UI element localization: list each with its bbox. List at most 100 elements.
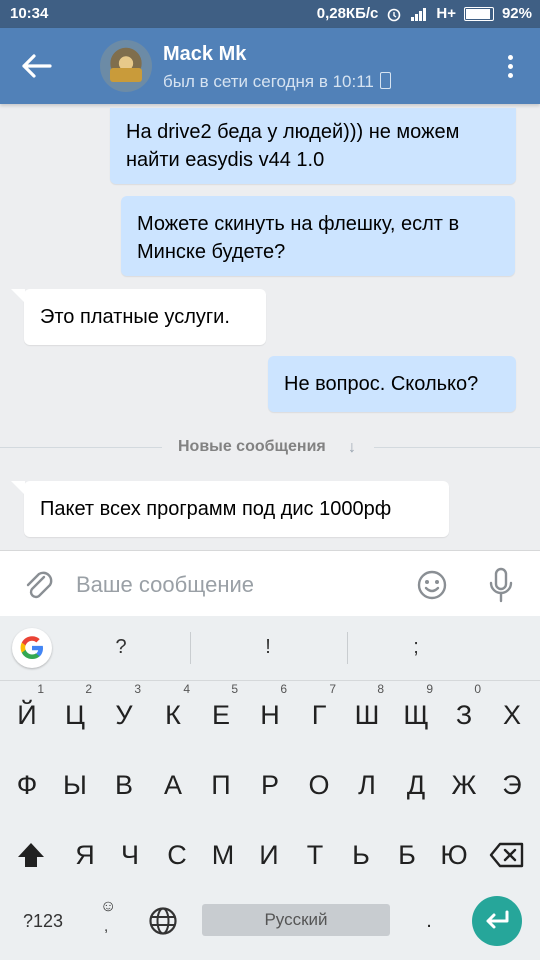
key[interactable]: Ж: [441, 758, 487, 812]
key[interactable]: О: [296, 758, 342, 812]
suggestion-item[interactable]: ;: [376, 636, 456, 659]
key[interactable]: П: [198, 758, 244, 812]
key[interactable]: Ю: [431, 828, 477, 882]
globe-icon: [149, 907, 177, 935]
key[interactable]: Й1: [4, 682, 50, 742]
alarm-icon: [388, 8, 401, 21]
enter-key[interactable]: [472, 896, 522, 946]
google-icon: [20, 636, 43, 659]
symbols-key[interactable]: ?123: [18, 894, 68, 948]
smile-icon: [417, 570, 447, 600]
backspace-key[interactable]: [484, 828, 530, 882]
status-bar: 10:34 0,28КБ/с H+ 92%: [0, 0, 540, 28]
suggestion-divider: [347, 632, 348, 664]
key[interactable]: А: [150, 758, 196, 812]
chat-header: Mack Mk был в сети сегодня в 10:11: [0, 28, 540, 104]
language-key[interactable]: [140, 894, 186, 948]
key-hint: 7: [329, 682, 336, 696]
key[interactable]: Ц2: [52, 682, 98, 742]
status-speed: 0,28КБ/с: [316, 5, 379, 22]
keyboard: ? ! ; Й1 Ц2 У3 К4 Е5 Н6 Г7 Ш8 Щ9 З0 Х Ф …: [0, 616, 540, 960]
key[interactable]: И: [246, 828, 292, 882]
emoji-key[interactable]: ☺ ,: [90, 894, 126, 948]
message-incoming[interactable]: Это платные услуги.: [11, 289, 266, 345]
shift-key[interactable]: [8, 828, 54, 882]
key[interactable]: Д: [393, 758, 439, 812]
key[interactable]: У3: [101, 682, 147, 742]
voice-button[interactable]: [486, 567, 516, 603]
key-label: З: [455, 700, 473, 730]
back-arrow-icon: [22, 54, 52, 78]
period-key[interactable]: .: [406, 894, 452, 948]
key[interactable]: Ф: [4, 758, 50, 812]
suggestion-divider: [190, 632, 191, 664]
key-label: Ш: [354, 700, 380, 730]
presence-text: был в сети сегодня в 10:11: [163, 72, 374, 91]
more-vert-icon: [507, 55, 513, 60]
key-hint: 2: [85, 682, 92, 696]
key[interactable]: Е5: [198, 682, 244, 742]
key[interactable]: Х: [489, 688, 535, 742]
key[interactable]: Ы: [52, 758, 98, 812]
contact-name[interactable]: Mack Mk: [163, 43, 246, 66]
key[interactable]: Щ9: [393, 682, 439, 742]
message-outgoing[interactable]: Можете скинуть на флешку, еслт в Минске …: [121, 196, 515, 276]
key[interactable]: Ь: [338, 828, 384, 882]
key-hint: 0: [474, 682, 481, 696]
key[interactable]: Я: [62, 828, 108, 882]
avatar[interactable]: [100, 40, 152, 92]
key-hint: 4: [183, 682, 190, 696]
presence-status: был в сети сегодня в 10:11: [163, 72, 391, 92]
key[interactable]: К4: [150, 682, 196, 742]
key[interactable]: В: [101, 758, 147, 812]
message-input[interactable]: [74, 561, 398, 609]
new-messages-divider: Новые сообщения ↓: [0, 438, 540, 456]
enter-icon: [486, 910, 509, 929]
key[interactable]: Ч: [107, 828, 153, 882]
attach-button[interactable]: [22, 569, 56, 603]
battery-icon: [463, 6, 494, 21]
emoji-icon: ☺: [100, 898, 117, 915]
key-label: К: [165, 700, 181, 730]
status-battery: 92%: [501, 5, 532, 22]
key[interactable]: З0: [441, 682, 487, 742]
key[interactable]: Л: [344, 758, 390, 812]
status-network: H+: [436, 5, 456, 22]
message-outgoing[interactable]: На drive2 беда у людей))) не можем найти…: [110, 108, 516, 184]
key[interactable]: Э: [489, 758, 535, 812]
key[interactable]: С: [154, 828, 200, 882]
signal-icon: [411, 7, 427, 21]
key-hint: 9: [426, 682, 433, 696]
space-key[interactable]: Русский: [202, 904, 390, 936]
more-menu-button[interactable]: [500, 52, 520, 82]
key-label: Х: [502, 700, 521, 730]
key[interactable]: Р: [247, 758, 293, 812]
key[interactable]: Н6: [247, 682, 293, 742]
key[interactable]: Т: [292, 828, 338, 882]
emoji-button[interactable]: [416, 569, 448, 601]
key[interactable]: М: [200, 828, 246, 882]
key-label: Ц: [65, 700, 85, 730]
suggestion-item[interactable]: !: [228, 636, 308, 659]
key[interactable]: Б: [384, 828, 430, 882]
key-label: Щ: [403, 700, 429, 730]
suggestion-strip: ? ! ;: [0, 616, 540, 681]
message-incoming[interactable]: Пакет всех программ под дис 1000рф: [11, 481, 449, 537]
suggestion-item[interactable]: ?: [81, 636, 161, 659]
message-list[interactable]: На drive2 беда у людей))) не можем найти…: [0, 104, 540, 550]
google-button[interactable]: [12, 628, 52, 668]
back-button[interactable]: [20, 52, 56, 80]
key[interactable]: Ш8: [344, 682, 390, 742]
divider-line: [374, 447, 540, 448]
key-label: Й: [17, 700, 37, 730]
new-messages-label: Новые сообщения: [178, 438, 326, 455]
divider-line: [0, 447, 162, 448]
key[interactable]: Г7: [296, 682, 342, 742]
key-label: Е: [211, 700, 230, 730]
message-outgoing[interactable]: Не вопрос. Сколько?: [268, 356, 516, 412]
key-hint: 1: [37, 682, 44, 696]
backspace-icon: [489, 842, 524, 868]
key-hint: 6: [280, 682, 287, 696]
phone-icon: [379, 72, 391, 89]
key-label: Г: [311, 700, 327, 730]
